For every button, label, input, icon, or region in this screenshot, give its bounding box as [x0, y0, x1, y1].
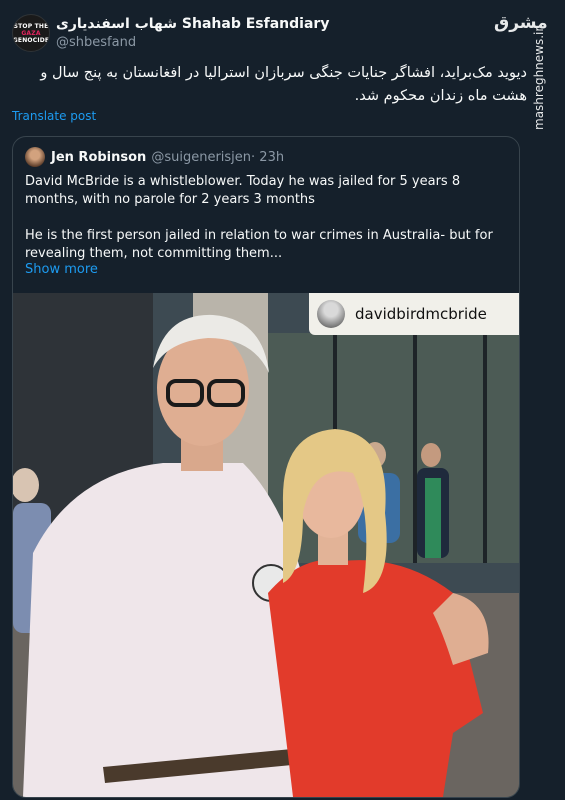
translate-post-link[interactable]: Translate post [12, 109, 96, 123]
avatar-text-line-1: STOP THE [13, 22, 49, 30]
quoted-author-avatar[interactable] [25, 147, 45, 167]
author-handle[interactable]: @shbesfand [56, 35, 136, 50]
photo-illustration [13, 293, 519, 797]
man-shirt [23, 463, 313, 797]
tag-avatar [317, 300, 345, 328]
show-more-link[interactable]: Show more [25, 262, 98, 277]
quoted-paragraph-1: David McBride is a whistleblower. Today … [25, 174, 461, 207]
tag-username: davidbirdmcbride [355, 305, 487, 323]
quoted-post-header: Jen Robinson @suigenerisjen · 23h [25, 147, 284, 167]
bystander-woman-dress [425, 478, 441, 558]
quoted-paragraph-2: He is the first person jailed in relatio… [25, 228, 493, 261]
author-avatar[interactable]: STOP THE GAZA GENOCIDE [12, 14, 50, 52]
quoted-post[interactable]: Jen Robinson @suigenerisjen · 23h David … [12, 136, 520, 798]
quoted-post-time[interactable]: · 23h [251, 150, 284, 165]
avatar-text-line-2: GAZA [21, 29, 41, 37]
quoted-author-handle[interactable]: @suigenerisjen [151, 150, 251, 165]
window-frame-3 [483, 333, 487, 563]
instagram-username-tag: davidbirdmcbride [309, 293, 519, 335]
window-frame-2 [413, 333, 417, 563]
post-photo[interactable]: davidbirdmcbride [13, 293, 519, 797]
site-watermark: mashreghnews.ir [532, 26, 546, 130]
tweet-text: دیوید مک‌براید، افشاگر جنایات جنگی سرباز… [40, 65, 527, 104]
bystander-woman-head [421, 443, 441, 467]
author-name[interactable]: شهاب اسفندیاری Shahab Esfandiary [56, 16, 329, 32]
avatar-text-line-3: GENOCIDE [12, 36, 50, 44]
quoted-author-name[interactable]: Jen Robinson [51, 150, 146, 165]
